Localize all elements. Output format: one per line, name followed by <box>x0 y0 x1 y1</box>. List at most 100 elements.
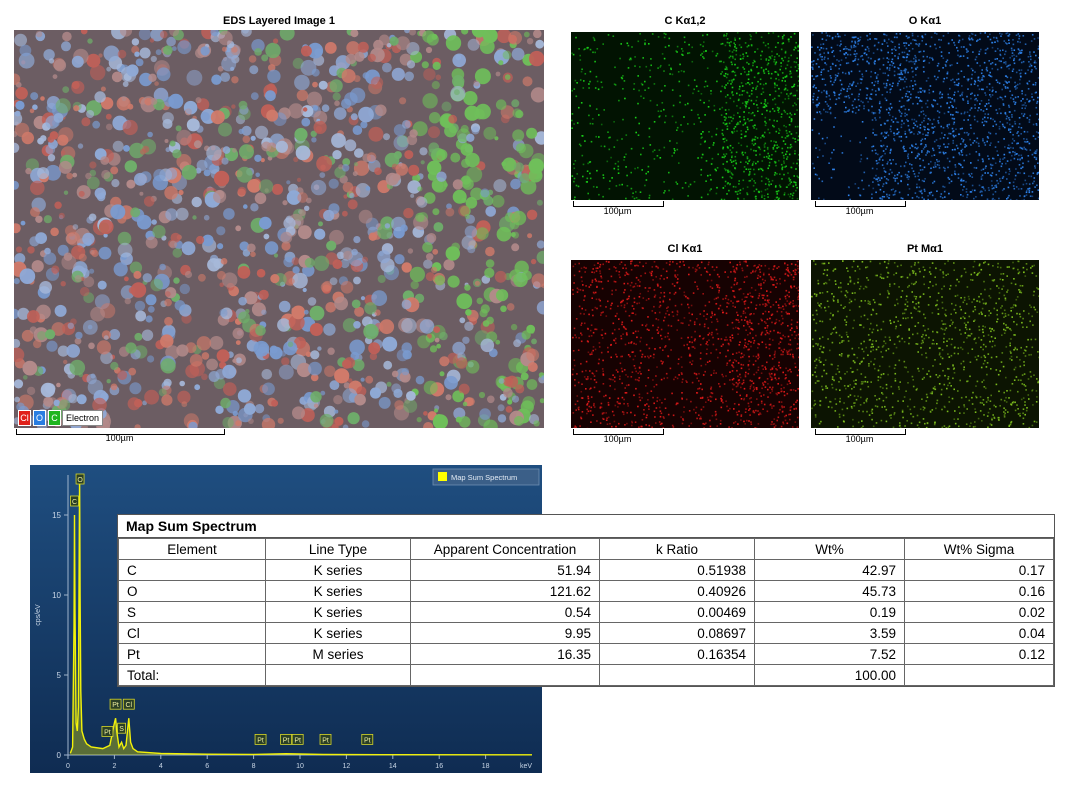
cell-element: C <box>118 559 266 581</box>
cell-k-ratio: 0.40926 <box>599 580 755 602</box>
peak-label-text: Pt <box>364 737 371 744</box>
peak-label: Cl <box>122 698 135 710</box>
y-tick-label: 5 <box>57 671 62 680</box>
x-tick-label: 18 <box>482 763 490 770</box>
peak-label: Pt <box>254 733 267 745</box>
peak-label-text: Cl <box>125 702 132 709</box>
peak-label-text: O <box>77 477 83 484</box>
y-tick-label: 15 <box>52 511 61 520</box>
cell-element: Cl <box>118 622 266 644</box>
x-tick-label: 12 <box>343 763 351 770</box>
table-row: Pt M series 16.35 0.16354 7.52 0.12 <box>118 643 1054 665</box>
col-header-k-ratio: k Ratio <box>599 538 755 560</box>
cell-k-ratio: 0.16354 <box>599 643 755 665</box>
legend-label: Map Sum Spectrum <box>451 473 517 482</box>
cell-element: Pt <box>118 643 266 665</box>
peak-label-text: Pt <box>112 702 119 709</box>
peak-label-text: Pt <box>104 729 111 736</box>
peak-label-text: C <box>72 499 77 506</box>
x-tick-label: 8 <box>252 763 256 770</box>
col-header-wt: Wt% <box>754 538 905 560</box>
map-scale-label-c: 100µm <box>603 206 632 216</box>
y-tick-label: 10 <box>52 591 61 600</box>
cell-wt: 0.19 <box>754 601 905 623</box>
map-background <box>811 260 1039 428</box>
x-tick-label: 14 <box>389 763 397 770</box>
peak-label-text: S <box>119 726 124 733</box>
legend-chip-cl: Cl <box>18 410 31 426</box>
layered-scale-label: 100µm <box>105 433 134 443</box>
col-header-element: Element <box>118 538 266 560</box>
cell-wt: 3.59 <box>754 622 905 644</box>
map-background <box>571 32 799 200</box>
x-tick-label: 0 <box>66 763 70 770</box>
element-map-pt <box>811 260 1039 428</box>
table-row: O K series 121.62 0.40926 45.73 0.16 <box>118 580 1054 602</box>
peak-label: Pt <box>319 733 332 745</box>
peak-label-text: Pt <box>283 737 290 744</box>
table-caption: Map Sum Spectrum <box>118 515 1054 538</box>
map-title-c: C Kα1,2 <box>664 15 706 27</box>
y-axis-label: cps/eV <box>35 604 42 626</box>
table-row: Cl K series 9.95 0.08697 3.59 0.04 <box>118 622 1054 644</box>
table-total-row: Total: 100.00 <box>118 664 1054 686</box>
cell-k-ratio: 0.00469 <box>599 601 755 623</box>
peak-label: Pt <box>109 698 122 710</box>
cell-wt-sigma: 0.17 <box>904 559 1054 581</box>
peak-label: Pt <box>361 733 374 745</box>
legend-chip-c: C <box>48 410 61 426</box>
x-tick-label: 16 <box>435 763 443 770</box>
cell-wt: 7.52 <box>754 643 905 665</box>
x-tick-label: 6 <box>205 763 209 770</box>
cell-empty <box>904 664 1054 686</box>
col-header-line-type: Line Type <box>265 538 411 560</box>
cell-apparent-concentration: 0.54 <box>410 601 600 623</box>
table-row: S K series 0.54 0.00469 0.19 0.02 <box>118 601 1054 623</box>
cell-apparent-concentration: 9.95 <box>410 622 600 644</box>
map-title-pt: Pt Mα1 <box>906 243 944 255</box>
spectrum-legend: Map Sum Spectrum <box>432 468 540 486</box>
cell-wt: 42.97 <box>754 559 905 581</box>
peak-label: Pt <box>280 733 292 745</box>
cell-line-type: K series <box>265 601 411 623</box>
cell-apparent-concentration: 121.62 <box>410 580 600 602</box>
peak-label-text: Pt <box>294 737 301 744</box>
legend-chip-o: O <box>33 410 46 426</box>
cell-wt: 45.73 <box>754 580 905 602</box>
cell-wt-sigma: 0.16 <box>904 580 1054 602</box>
peak-label-text: Pt <box>322 737 329 744</box>
layered-eds-image <box>14 30 544 428</box>
cell-total-wt: 100.00 <box>754 664 905 686</box>
x-tick-label: 4 <box>159 763 163 770</box>
cell-wt-sigma: 0.12 <box>904 643 1054 665</box>
cell-empty <box>265 664 411 686</box>
cell-line-type: K series <box>265 559 411 581</box>
map-scale-label-pt: 100µm <box>845 434 874 444</box>
x-axis-label: keV <box>520 763 532 770</box>
layered-image-title: EDS Layered Image 1 <box>223 15 335 27</box>
map-title-cl: Cl Kα1 <box>667 243 703 255</box>
x-tick-label: 10 <box>296 763 304 770</box>
map-title-o: O Kα1 <box>908 15 942 27</box>
legend-swatch <box>438 472 447 481</box>
peak-label: S <box>117 722 126 734</box>
cell-k-ratio: 0.51938 <box>599 559 755 581</box>
table-header-row: Element Line Type Apparent Concentration… <box>118 538 1054 560</box>
col-header-wt-sigma: Wt% Sigma <box>904 538 1054 560</box>
cell-empty <box>410 664 600 686</box>
cell-k-ratio: 0.08697 <box>599 622 755 644</box>
cell-element: O <box>118 580 266 602</box>
element-map-c <box>571 32 799 200</box>
cell-element: S <box>118 601 266 623</box>
map-background <box>571 260 799 428</box>
cell-line-type: K series <box>265 580 411 602</box>
cell-apparent-concentration: 51.94 <box>410 559 600 581</box>
results-table: Map Sum Spectrum Element Line Type Appar… <box>117 514 1055 687</box>
map-scale-label-cl: 100µm <box>603 434 632 444</box>
peak-label: Pt <box>101 725 114 737</box>
y-tick-label: 0 <box>57 751 62 760</box>
cell-wt-sigma: 0.02 <box>904 601 1054 623</box>
x-tick-label: 2 <box>112 763 116 770</box>
col-header-apparent-concentration: Apparent Concentration <box>410 538 600 560</box>
map-scale-label-o: 100µm <box>845 206 874 216</box>
